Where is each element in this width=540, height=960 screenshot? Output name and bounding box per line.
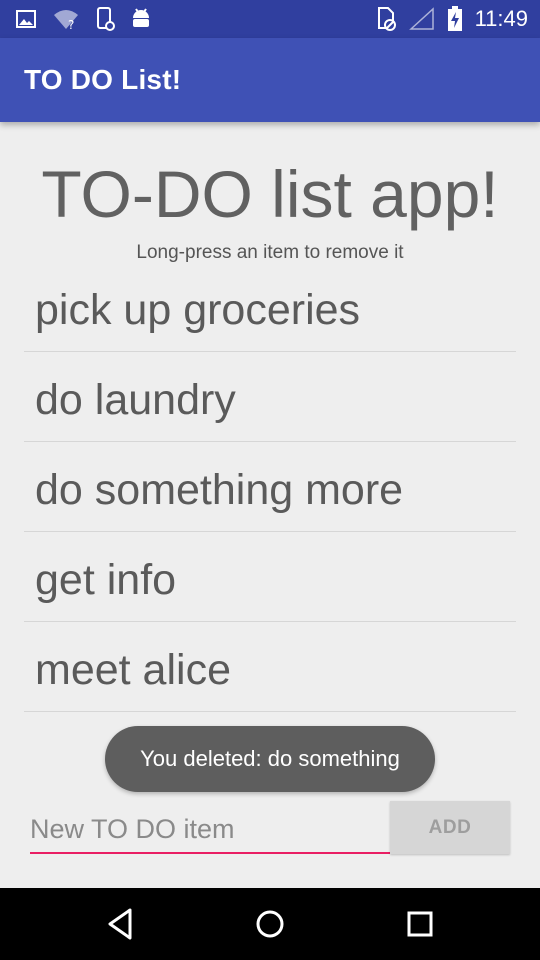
list-item-label: do something more (35, 466, 404, 514)
recents-icon[interactable] (400, 906, 440, 942)
android-icon (130, 7, 152, 31)
list-item[interactable]: do something more (24, 442, 516, 532)
status-bar: ? 11:49 (0, 0, 540, 38)
list-item-label: get info (35, 556, 177, 604)
toast-message: You deleted: do something (105, 726, 435, 792)
app-title: TO DO List! (24, 64, 182, 95)
new-todo-input[interactable] (30, 806, 390, 854)
list-item[interactable]: meet alice (24, 622, 516, 712)
add-button[interactable]: ADD (390, 801, 510, 854)
status-time: 11:49 (474, 6, 528, 31)
list-item[interactable]: pick up groceries (24, 262, 516, 352)
image-icon (14, 7, 38, 31)
page-heading: TO-DO list app! (41, 157, 499, 231)
list-item-label: pick up groceries (35, 286, 361, 334)
app-bar: TO DO List! (0, 38, 540, 122)
wifi-question-icon: ? (52, 7, 80, 31)
cell-signal-icon (408, 7, 435, 31)
svg-text:?: ? (68, 18, 74, 31)
list-item-label: do laundry (35, 376, 236, 424)
sim-card-off-icon (375, 6, 397, 32)
todo-list: pick up groceries do laundry do somethin… (24, 262, 516, 712)
list-item-label: meet alice (35, 646, 231, 694)
list-item[interactable]: do laundry (24, 352, 516, 442)
status-left-icons: ? (14, 6, 152, 32)
back-icon[interactable] (100, 906, 140, 942)
battery-charging-icon (447, 6, 463, 32)
status-right-icons: 11:49 (375, 6, 528, 32)
list-item[interactable]: get info (24, 532, 516, 622)
navigation-bar (0, 888, 540, 960)
home-icon[interactable] (250, 906, 290, 942)
phone-sync-icon (94, 6, 116, 32)
